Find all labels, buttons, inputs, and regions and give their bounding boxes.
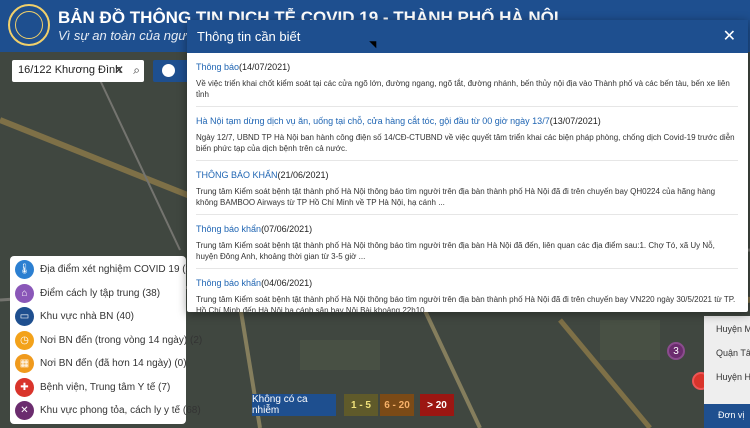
lockdown-icon: ✕ <box>15 401 34 421</box>
search-input[interactable]: 16/122 Khương Đình ✕ ⌕ <box>12 60 144 82</box>
level-low[interactable]: 1 - 5 <box>344 394 378 416</box>
news-item: Thông báo(14/07/2021) Về việc triển khai… <box>196 53 738 107</box>
legend-item-patient-home[interactable]: ▭ Khu vực nhà BN (40) <box>10 305 186 329</box>
level-medium[interactable]: 6 - 20 <box>380 394 414 416</box>
news-summary: Trung tâm Kiểm soát bệnh tật thành phố H… <box>196 295 736 312</box>
house-icon: ⌂ <box>15 283 34 303</box>
search-value: 16/122 Khương Đình <box>18 64 122 76</box>
district-item[interactable]: Quận Tâ <box>716 348 750 358</box>
info-modal: Thông tin cần biết ✕ Thông báo(14/07/202… <box>187 20 748 312</box>
news-title-link[interactable]: Thông báo khẩn <box>196 224 261 234</box>
no-infection-button[interactable]: Không có ca nhiễm <box>252 394 336 416</box>
district-item[interactable]: Huyện M <box>716 324 750 334</box>
user-icon <box>162 64 175 77</box>
legend-item-visited-old[interactable]: ▦ Nơi BN đến (đã hơn 14 ngày) (0) <box>10 352 187 376</box>
close-icon[interactable]: ✕ <box>114 63 124 77</box>
modal-body[interactable]: Thông báo(14/07/2021) Về việc triển khai… <box>187 53 748 312</box>
news-title-link[interactable]: THÔNG BÁO KHẨN <box>196 170 278 180</box>
modal-header: Thông tin cần biết ✕ <box>187 20 748 53</box>
news-item: Thông báo khẩn(07/06/2021) Trung tâm Kiể… <box>196 215 738 269</box>
news-title-link[interactable]: Thông báo khẩn <box>196 278 261 288</box>
news-summary: Trung tâm Kiểm soát bệnh tật thành phố H… <box>196 241 715 261</box>
legend-item-test-site[interactable]: 🌡 Địa điểm xét nghiệm COVID 19 (23) <box>10 258 200 282</box>
news-date: (07/06/2021) <box>261 224 313 234</box>
district-item[interactable]: Huyện H <box>716 372 750 382</box>
news-item: Hà Nội tạm dừng dịch vụ ăn, uống tại chỗ… <box>196 107 738 161</box>
news-summary: Trung tâm Kiểm soát bệnh tật thành phố H… <box>196 187 716 207</box>
search-icon[interactable]: ⌕ <box>133 63 140 78</box>
news-date: (14/07/2021) <box>239 62 291 72</box>
level-high[interactable]: > 20 <box>420 394 454 416</box>
district-panel-footer: Đơn vị <box>704 404 750 428</box>
legend-item-quarantine[interactable]: ⌂ Điểm cách ly tập trung (38) <box>10 282 186 306</box>
news-date: (21/06/2021) <box>277 170 329 180</box>
map-legend: 🌡 Địa điểm xét nghiệm COVID 19 (23) ⌂ Đi… <box>10 256 202 424</box>
close-icon[interactable]: ✕ <box>723 26 736 46</box>
news-title-link[interactable]: Thông báo <box>196 62 239 72</box>
city-logo <box>8 4 50 46</box>
news-date: (04/06/2021) <box>261 278 313 288</box>
news-title-link[interactable]: Hà Nội tạm dừng dịch vụ ăn, uống tại chỗ… <box>196 116 550 126</box>
news-summary: Về việc triển khai chốt kiểm soát tại cá… <box>196 79 730 99</box>
legend-item-visited-recent[interactable]: ◷ Nơi BN đến (trong vòng 14 ngày) (2) <box>10 329 202 353</box>
hospital-icon: ✚ <box>15 377 34 397</box>
news-date: (13/07/2021) <box>549 116 601 126</box>
home-area-icon: ▭ <box>15 307 34 327</box>
clock-icon: ◷ <box>15 330 34 350</box>
user-button[interactable] <box>153 60 189 82</box>
modal-title: Thông tin cần biết <box>197 29 301 44</box>
map-cluster-marker[interactable]: 3 <box>667 342 685 360</box>
legend-item-hospital[interactable]: ✚ Bệnh viện, Trung tâm Y tế (7) <box>10 376 186 400</box>
news-summary: Ngày 12/7, UBND TP Hà Nội ban hành công … <box>196 133 735 153</box>
district-panel: Huyện M Quận Tâ Huyện H Đơn vị <box>704 316 750 428</box>
test-icon: 🌡 <box>15 260 34 280</box>
news-item: Thông báo khẩn(04/06/2021) Trung tâm Kiể… <box>196 269 738 312</box>
legend-item-lockdown[interactable]: ✕ Khu vực phong tỏa, cách ly y tế (68) <box>10 399 201 423</box>
news-item: THÔNG BÁO KHẨN(21/06/2021) Trung tâm Kiể… <box>196 161 738 215</box>
calendar-icon: ▦ <box>15 354 34 374</box>
